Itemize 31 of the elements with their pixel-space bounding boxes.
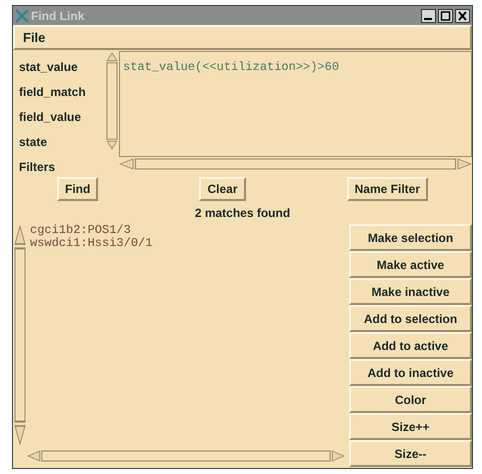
- horizontal-scrollbar[interactable]: [27, 449, 345, 463]
- action-button[interactable]: Add to inactive: [349, 359, 472, 386]
- action-button[interactable]: Color: [349, 386, 472, 413]
- filter-item[interactable]: Filters: [19, 155, 105, 180]
- maximize-icon[interactable]: [438, 8, 453, 23]
- menu-item[interactable]: File: [23, 28, 46, 48]
- action-button[interactable]: Find: [57, 177, 98, 201]
- action-button[interactable]: Make selection: [349, 224, 472, 251]
- vertical-scrollbar[interactable]: [105, 52, 119, 150]
- filter-item[interactable]: stat_value: [19, 55, 105, 80]
- action-button[interactable]: Size--: [349, 440, 472, 467]
- action-button[interactable]: Make inactive: [349, 278, 472, 305]
- close-icon[interactable]: [455, 8, 470, 23]
- action-button[interactable]: Add to active: [349, 332, 472, 359]
- action-button[interactable]: Name Filter: [346, 177, 428, 201]
- filter-item[interactable]: state: [19, 130, 105, 155]
- window-title: Find Link: [31, 8, 84, 25]
- minimize-icon[interactable]: [421, 8, 436, 23]
- query-field[interactable]: stat_value(<<utilization>>)>60: [119, 51, 472, 157]
- result-item[interactable]: wswdci1:Hssi3/0/1: [30, 237, 349, 250]
- action-button[interactable]: Size++: [349, 413, 472, 440]
- filter-item[interactable]: field_value: [19, 105, 105, 130]
- action-button[interactable]: Add to selection: [349, 305, 472, 332]
- filter-item[interactable]: field_match: [19, 80, 105, 105]
- action-button[interactable]: Clear: [199, 177, 246, 201]
- x-logo-icon: [15, 8, 29, 23]
- horizontal-scrollbar[interactable]: [119, 157, 472, 171]
- action-button[interactable]: Make active: [349, 251, 472, 278]
- result-item[interactable]: cgci1b2:POS1/3: [30, 224, 349, 237]
- vertical-scrollbar[interactable]: [13, 224, 27, 446]
- status-text: 2 matches found: [194, 205, 290, 222]
